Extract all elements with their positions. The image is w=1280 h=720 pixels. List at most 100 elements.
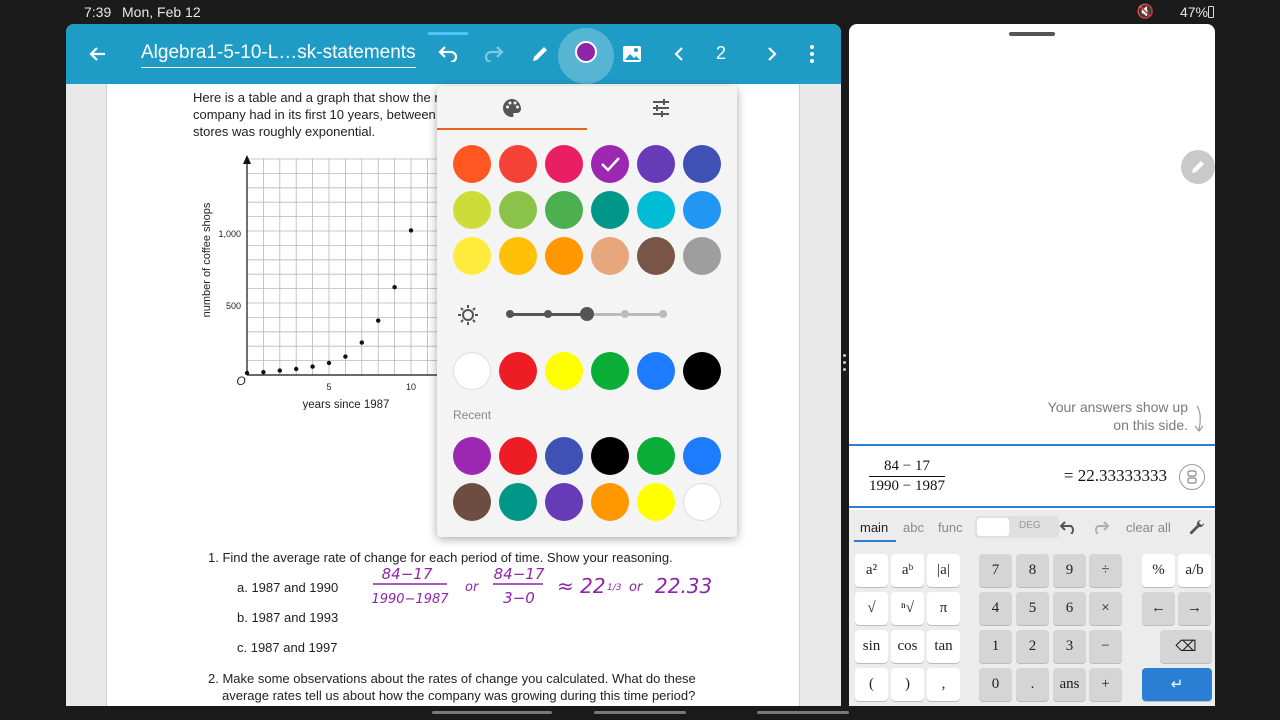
pencil-fab-button[interactable] bbox=[1181, 150, 1215, 184]
expression-row[interactable]: 84 − 17 1990 − 1987 = 22.33333333 bbox=[849, 444, 1215, 508]
key-back[interactable]: ⌫ bbox=[1160, 630, 1212, 663]
palette-swatch[interactable] bbox=[683, 237, 721, 275]
key-n5[interactable]: 5 bbox=[1016, 592, 1049, 625]
key-sin[interactable]: sin bbox=[855, 630, 888, 663]
intro-line-3: stores was roughly exponential. bbox=[193, 124, 376, 139]
basic-swatch[interactable] bbox=[545, 352, 583, 390]
recent-swatch[interactable] bbox=[499, 437, 537, 475]
key-n8[interactable]: 8 bbox=[1016, 554, 1049, 587]
window-handle[interactable] bbox=[1009, 32, 1055, 36]
recent-swatch[interactable] bbox=[591, 437, 629, 475]
key-right[interactable]: → bbox=[1178, 592, 1211, 625]
key-a2[interactable]: a² bbox=[855, 554, 888, 587]
tab-main[interactable]: main bbox=[860, 520, 888, 535]
prev-page-button[interactable] bbox=[663, 38, 695, 70]
key-nroot[interactable]: ⁿ√ bbox=[891, 592, 924, 625]
key-frac[interactable]: a/b bbox=[1178, 554, 1211, 587]
basic-swatch[interactable] bbox=[683, 352, 721, 390]
pen-tool-button[interactable] bbox=[524, 38, 556, 70]
palette-swatch[interactable] bbox=[453, 191, 491, 229]
next-page-button[interactable] bbox=[756, 38, 788, 70]
key-ans[interactable]: ans bbox=[1053, 668, 1086, 701]
palette-swatch[interactable] bbox=[591, 145, 629, 183]
clear-all-button[interactable]: clear all bbox=[1126, 520, 1171, 535]
palette-swatch[interactable] bbox=[683, 145, 721, 183]
key-n7[interactable]: 7 bbox=[979, 554, 1012, 587]
key-pct[interactable]: % bbox=[1142, 554, 1175, 587]
palette-swatch[interactable] bbox=[499, 145, 537, 183]
basic-swatch[interactable] bbox=[637, 352, 675, 390]
palette-swatch[interactable] bbox=[545, 237, 583, 275]
recent-swatch[interactable] bbox=[683, 437, 721, 475]
key-n9[interactable]: 9 bbox=[1053, 554, 1086, 587]
color-button[interactable] bbox=[558, 24, 614, 84]
palette-tab[interactable] bbox=[437, 86, 587, 130]
palette-swatch[interactable] bbox=[545, 191, 583, 229]
key-sqrt[interactable]: √ bbox=[855, 592, 888, 625]
key-cos[interactable]: cos bbox=[891, 630, 924, 663]
key-abs[interactable]: |a| bbox=[927, 554, 960, 587]
palette-swatch[interactable] bbox=[499, 191, 537, 229]
key-pi[interactable]: π bbox=[927, 592, 960, 625]
key-add[interactable]: + bbox=[1089, 668, 1122, 701]
key-left[interactable]: ← bbox=[1142, 592, 1175, 625]
more-menu-button[interactable] bbox=[796, 38, 828, 70]
brightness-thumb[interactable] bbox=[580, 307, 594, 321]
recent-swatch[interactable] bbox=[545, 483, 583, 521]
split-divider[interactable] bbox=[841, 24, 849, 706]
recent-swatch[interactable] bbox=[683, 483, 721, 521]
palette-swatch[interactable] bbox=[591, 237, 629, 275]
key-comma[interactable]: , bbox=[927, 668, 960, 701]
key-div[interactable]: ÷ bbox=[1089, 554, 1122, 587]
key-ab[interactable]: aᵇ bbox=[891, 554, 924, 587]
redo-button[interactable] bbox=[478, 38, 510, 70]
recent-swatch[interactable] bbox=[591, 483, 629, 521]
key-mul[interactable]: × bbox=[1089, 592, 1122, 625]
back-button[interactable] bbox=[82, 38, 114, 70]
palette-swatch[interactable] bbox=[683, 191, 721, 229]
key-n2[interactable]: 2 bbox=[1016, 630, 1049, 663]
palette-swatch[interactable] bbox=[637, 191, 675, 229]
document-title[interactable]: Algebra1-5-10-L…sk-statements bbox=[141, 42, 416, 68]
recent-swatch[interactable] bbox=[637, 483, 675, 521]
wrench-icon[interactable] bbox=[1188, 519, 1206, 537]
tab-func[interactable]: func bbox=[938, 520, 963, 535]
key-enter[interactable]: ↵ bbox=[1142, 668, 1212, 701]
palette-swatch[interactable] bbox=[637, 145, 675, 183]
key-rparen[interactable]: ) bbox=[891, 668, 924, 701]
undo-icon[interactable] bbox=[1058, 520, 1078, 534]
hint-line-2: on this side. bbox=[1113, 417, 1188, 433]
palette-swatch[interactable] bbox=[545, 145, 583, 183]
key-tan[interactable]: tan bbox=[927, 630, 960, 663]
key-n3[interactable]: 3 bbox=[1053, 630, 1086, 663]
key-n4[interactable]: 4 bbox=[979, 592, 1012, 625]
key-sub[interactable]: − bbox=[1089, 630, 1122, 663]
redo-icon[interactable] bbox=[1091, 520, 1111, 534]
key-n6[interactable]: 6 bbox=[1053, 592, 1086, 625]
palette-swatch[interactable] bbox=[453, 145, 491, 183]
recent-swatch[interactable] bbox=[453, 483, 491, 521]
basic-swatch[interactable] bbox=[499, 352, 537, 390]
recent-swatch[interactable] bbox=[545, 437, 583, 475]
question-2-line-1: 2. Make some observations about the rate… bbox=[208, 671, 696, 686]
key-dot[interactable]: . bbox=[1016, 668, 1049, 701]
key-lparen[interactable]: ( bbox=[855, 668, 888, 701]
fraction-toggle-button[interactable] bbox=[1179, 464, 1205, 490]
palette-swatch[interactable] bbox=[591, 191, 629, 229]
recent-swatch[interactable] bbox=[499, 483, 537, 521]
basic-swatch[interactable] bbox=[453, 352, 491, 390]
palette-swatch[interactable] bbox=[499, 237, 537, 275]
tab-abc[interactable]: abc bbox=[903, 520, 924, 535]
image-button[interactable] bbox=[616, 38, 648, 70]
basic-swatch[interactable] bbox=[591, 352, 629, 390]
brightness-slider[interactable] bbox=[506, 307, 667, 321]
recent-swatch[interactable] bbox=[637, 437, 675, 475]
sliders-tab[interactable] bbox=[587, 86, 737, 130]
palette-swatch[interactable] bbox=[453, 237, 491, 275]
key-n1[interactable]: 1 bbox=[979, 630, 1012, 663]
undo-button[interactable] bbox=[432, 38, 464, 70]
deg-toggle[interactable]: DEG bbox=[975, 516, 1059, 538]
recent-swatch[interactable] bbox=[453, 437, 491, 475]
key-n0[interactable]: 0 bbox=[979, 668, 1012, 701]
palette-swatch[interactable] bbox=[637, 237, 675, 275]
